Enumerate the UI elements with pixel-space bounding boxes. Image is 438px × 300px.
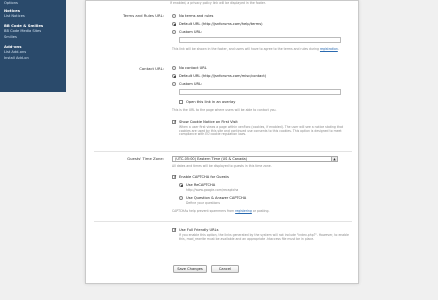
sidebar-item-bb-code-media-sites[interactable]: BB Code Media Sites xyxy=(4,29,41,34)
friendly-urls-description: If you enable this option, the links gen… xyxy=(179,233,349,241)
sidebar-heading-notices[interactable]: Notices xyxy=(4,9,20,13)
cancel-button[interactable]: Cancel xyxy=(211,265,239,273)
cookie-notice-checkbox[interactable] xyxy=(172,120,178,125)
sidebar-item-options[interactable]: Options xyxy=(4,1,18,6)
section-divider xyxy=(94,151,352,152)
contact-none-radio[interactable] xyxy=(172,66,177,71)
terms-custom-option: Custom URL: xyxy=(179,30,203,34)
sidebar-item-smilies[interactable]: Smilies xyxy=(4,35,17,40)
cookie-notice-label: Show Cookie Notice on First Visit xyxy=(179,120,238,124)
sidebar-item-install-add-on[interactable]: Install Add-on xyxy=(4,56,29,61)
friendly-urls-label: Use Full Friendly URLs xyxy=(179,228,219,232)
contact-description: This is the URL to the page where users … xyxy=(172,108,277,112)
options-panel: If enabled, a privacy policy link will b… xyxy=(85,0,359,284)
privacy-policy-note: If enabled, a privacy policy link will b… xyxy=(170,1,266,5)
sidebar-item-list-notices[interactable]: List Notices xyxy=(4,14,25,19)
terms-description: This link will be shown in the footer, a… xyxy=(172,47,339,51)
recaptcha-url: http://www.google.com/recaptcha xyxy=(186,187,239,192)
terms-none-option: No terms and rules xyxy=(179,14,214,18)
contact-custom-option: Custom URL: xyxy=(179,82,203,86)
contact-custom-url-input[interactable] xyxy=(179,89,341,95)
dropdown-arrow-icon[interactable]: ▲ xyxy=(331,157,337,161)
contact-default-radio[interactable] xyxy=(172,74,177,79)
captcha-description: CAPTCHAs help prevent spammers from regi… xyxy=(172,209,270,213)
qa-captcha-sub: Define your questions xyxy=(186,200,220,205)
admin-sidebar: Options Notices List Notices BB Code & S… xyxy=(0,0,66,92)
timezone-label: Guests' Time Zone: xyxy=(127,156,164,161)
terms-custom-radio[interactable] xyxy=(172,30,177,35)
contact-custom-radio[interactable] xyxy=(172,82,177,87)
contact-none-option: No contact URL xyxy=(179,66,207,70)
terms-custom-url-input[interactable] xyxy=(179,37,341,43)
registering-link[interactable]: registering xyxy=(235,209,252,213)
recaptcha-option: Use ReCAPTCHA xyxy=(186,183,216,187)
contact-default-option: Default URL (http://jsnforums.com/misc/c… xyxy=(179,74,267,78)
friendly-urls-checkbox[interactable] xyxy=(172,228,178,233)
qa-captcha-option: Use Question & Answer CAPTCHA xyxy=(186,196,247,200)
terms-default-option: Default URL (http://jsnforums.com/help/t… xyxy=(179,22,263,26)
terms-url-label: Terms and Rules URL: xyxy=(123,13,164,18)
sidebar-item-list-add-ons[interactable]: List Add-ons xyxy=(4,50,26,55)
recaptcha-radio[interactable] xyxy=(179,183,184,188)
captcha-checkbox[interactable] xyxy=(172,175,178,180)
sidebar-heading-add-ons[interactable]: Add-ons xyxy=(4,45,22,49)
cookie-notice-description: When a user first views a page within xe… xyxy=(179,125,344,137)
terms-default-radio[interactable] xyxy=(172,22,177,27)
qa-captcha-radio[interactable] xyxy=(179,196,184,201)
sidebar-heading-bb-code[interactable]: BB Code & Smilies xyxy=(4,24,43,28)
contact-overlay-checkbox[interactable] xyxy=(179,100,184,105)
section-divider-2 xyxy=(94,221,352,222)
registration-link[interactable]: registration xyxy=(320,47,338,51)
terms-none-radio[interactable] xyxy=(172,14,177,19)
save-changes-button[interactable]: Save Changes xyxy=(173,265,207,273)
contact-overlay-label: Open this link in an overlay xyxy=(186,100,236,104)
timezone-select[interactable]: (UTC-05:00) Eastern Time (US & Canada) ▲ xyxy=(172,156,338,162)
captcha-label: Enable CAPTCHA for Guests xyxy=(179,175,229,179)
timezone-description: All dates and times will be displayed to… xyxy=(172,164,272,168)
contact-url-label: Contact URL: xyxy=(139,66,164,71)
timezone-value: (UTC-05:00) Eastern Time (US & Canada) xyxy=(175,157,248,161)
